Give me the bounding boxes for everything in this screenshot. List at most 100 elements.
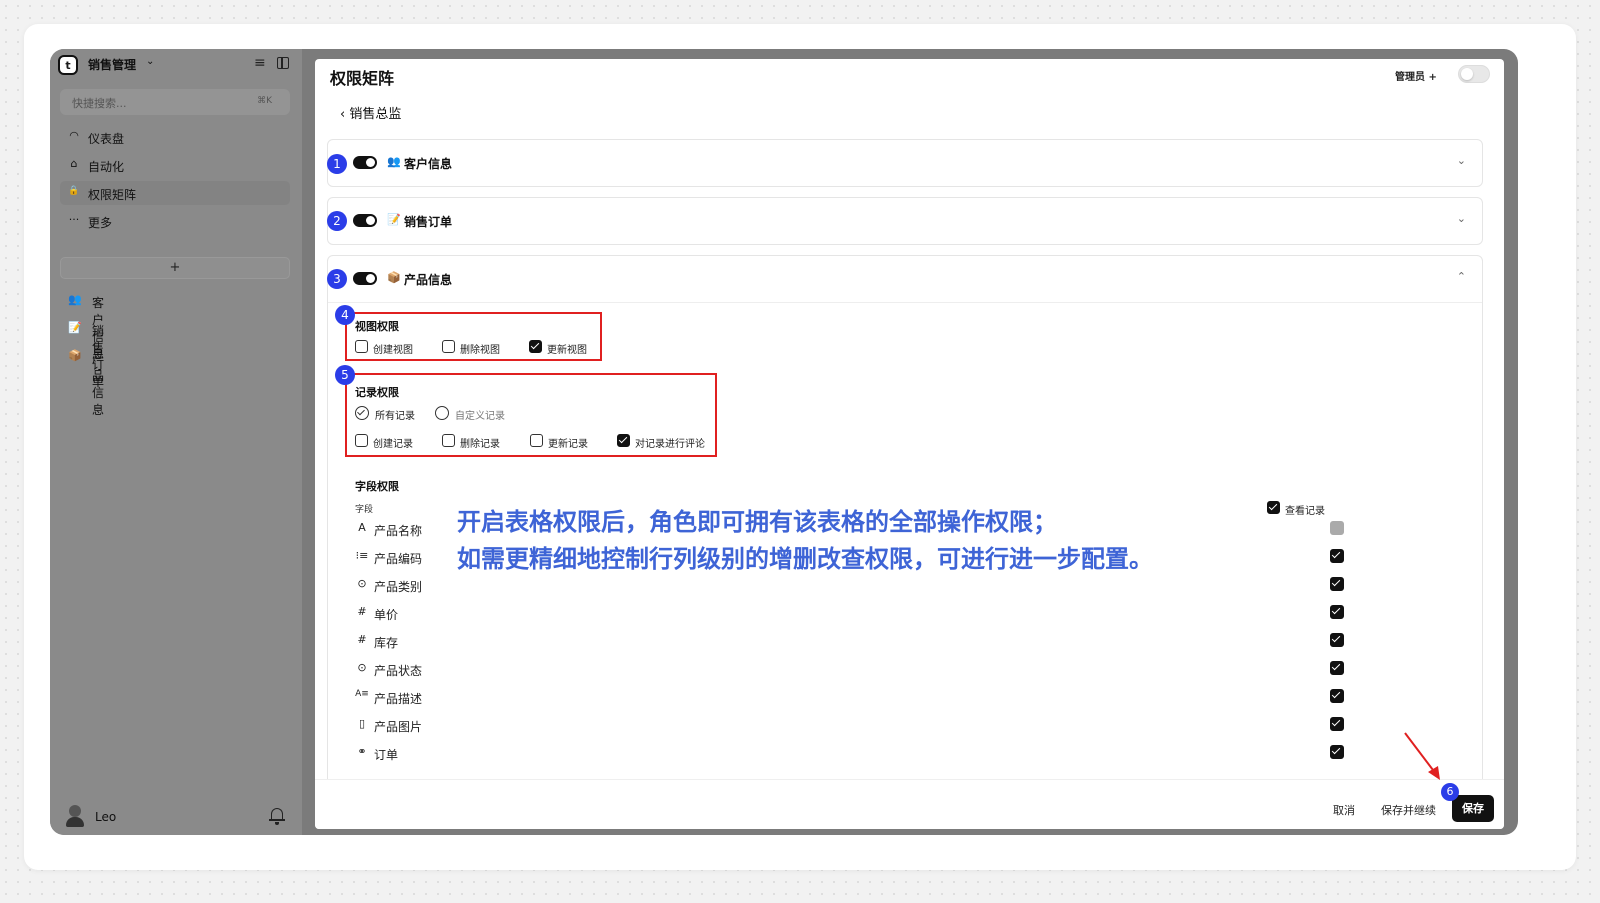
permission-dialog: 权限矩阵 管理员 + ‹ 销售总监 👥 客户信息 ⌄ 📝 销售订单 ⌄ 📦 产品… (315, 59, 1504, 829)
panel-toggle-icon[interactable] (277, 57, 289, 69)
step-badge: 1 (327, 154, 347, 174)
sidebar-item-label: 更多 (88, 216, 113, 230)
select-icon: ⊙ (357, 577, 367, 590)
field-view-checkbox[interactable] (1330, 689, 1344, 703)
step-badge: 5 (335, 365, 355, 385)
back-label: 销售总监 (349, 107, 402, 122)
annotation-line: 开启表格权限后，角色即可拥有该表格的全部操作权限； (457, 508, 1057, 536)
app-logo: t (58, 55, 78, 75)
more-icon: ··· (68, 213, 80, 226)
field-view-checkbox[interactable] (1330, 577, 1344, 591)
sidebar-table-label: 产品信息 (92, 352, 105, 417)
role-selector[interactable]: 管理员 + (1395, 68, 1437, 83)
field-label: 单价 (374, 608, 399, 622)
radio[interactable] (355, 406, 369, 420)
section-label: 客户信息 (404, 157, 453, 171)
lock-icon: 🔒 (68, 186, 80, 196)
field-row: ⊙ 产品状态 (355, 660, 1355, 678)
bell-icon[interactable] (269, 807, 285, 825)
field-label: 产品类别 (374, 580, 423, 594)
field-label: 产品名称 (374, 524, 423, 538)
checkbox-label: 删除视图 (460, 345, 500, 356)
chevron-down-icon[interactable]: ⌄ (1457, 154, 1466, 167)
menu-icon[interactable]: ≡ (254, 55, 266, 71)
arrow-annotation-icon (1404, 732, 1440, 780)
sidebar-item-more[interactable]: ··· 更多 (60, 209, 290, 233)
table-toggle[interactable] (353, 214, 377, 227)
field-view-checkbox[interactable] (1330, 633, 1344, 647)
file-icon: ▯ (358, 717, 366, 730)
save-and-continue-button[interactable]: 保存并继续 (1381, 802, 1436, 818)
step-badge: 2 (327, 211, 347, 231)
field-label: 库存 (374, 636, 399, 650)
save-button[interactable]: 保存 (1452, 795, 1494, 822)
checkbox-label: 查看记录 (1285, 506, 1325, 517)
dialog-footer: 取消 保存并继续 保存 6 (315, 779, 1504, 829)
checkbox-label: 对记录进行评论 (635, 439, 705, 450)
number-icon: # (357, 633, 367, 646)
field-label: 产品编码 (374, 552, 423, 566)
field-view-checkbox[interactable] (1330, 605, 1344, 619)
checkbox[interactable] (442, 434, 455, 447)
people-icon: 👥 (68, 293, 82, 306)
richtext-icon: A≡ (355, 689, 369, 699)
sidebar-item-automation[interactable]: ⌂ 自动化 (60, 153, 290, 177)
field-view-checkbox[interactable] (1330, 717, 1344, 731)
user-name[interactable]: Leo (95, 810, 116, 824)
sidebar-item-dashboard[interactable]: ◠ 仪表盘 (60, 125, 290, 149)
people-icon: 👥 (387, 155, 401, 168)
view-perm-title: 视图权限 (355, 320, 399, 333)
table-toggle[interactable] (353, 272, 377, 285)
radio[interactable] (435, 406, 449, 420)
sidebar-item-label: 仪表盘 (88, 132, 125, 146)
app-name[interactable]: 销售管理 (88, 56, 136, 73)
field-label: 产品图片 (374, 720, 423, 734)
back-link[interactable]: ‹ 销售总监 (340, 103, 401, 122)
checkbox[interactable] (442, 340, 455, 353)
chevron-down-icon[interactable]: ⌄ (1457, 212, 1466, 225)
checkbox[interactable] (530, 434, 543, 447)
step-badge: 4 (335, 305, 355, 325)
field-row: ⚭ 订单 (355, 744, 1355, 762)
checkbox-label: 更新记录 (548, 439, 588, 450)
section-label: 销售订单 (404, 215, 453, 229)
page-title: 权限矩阵 (330, 69, 395, 88)
field-row: A≡ 产品描述 (355, 688, 1355, 706)
field-label: 产品描述 (374, 692, 423, 706)
cancel-button[interactable]: 取消 (1333, 802, 1355, 818)
checkbox[interactable] (529, 340, 542, 353)
checkbox[interactable] (355, 434, 368, 447)
text-icon: A (358, 521, 366, 534)
table-toggle[interactable] (353, 156, 377, 169)
avatar[interactable] (66, 805, 84, 827)
checkbox[interactable] (1267, 501, 1280, 514)
step-badge: 6 (1441, 783, 1459, 801)
list-icon: ⁝≡ (355, 549, 369, 562)
field-view-checkbox[interactable] (1330, 661, 1344, 675)
add-table-button[interactable]: + (60, 257, 290, 279)
field-view-checkbox[interactable] (1330, 745, 1344, 759)
sidebar-item-label: 自动化 (88, 160, 125, 174)
checkbox[interactable] (617, 434, 630, 447)
step-badge: 3 (327, 269, 347, 289)
checkbox[interactable] (355, 340, 368, 353)
checkbox-label: 删除记录 (460, 439, 500, 450)
field-perm-title: 字段权限 (355, 480, 399, 493)
table-section-customer[interactable]: 👥 客户信息 ⌄ (327, 139, 1483, 187)
memo-icon: 📝 (387, 213, 401, 226)
chevron-up-icon[interactable]: ⌃ (1457, 270, 1466, 283)
chevron-down-icon[interactable]: ⌄ (146, 56, 154, 67)
package-icon: 📦 (387, 271, 401, 284)
quick-search[interactable]: 快捷搜索... ⌘K (60, 89, 290, 115)
search-shortcut: ⌘K (257, 96, 272, 106)
field-view-checkbox[interactable] (1330, 521, 1344, 535)
dashboard-icon: ◠ (69, 129, 79, 142)
checkbox-label: 创建记录 (373, 439, 413, 450)
role-toggle[interactable] (1458, 65, 1490, 83)
sidebar-item-permission-matrix[interactable]: 🔒 权限矩阵 (60, 181, 290, 205)
field-view-checkbox[interactable] (1330, 549, 1344, 563)
sidebar-item-label: 权限矩阵 (88, 188, 137, 202)
field-label: 订单 (374, 748, 399, 762)
radio-label: 自定义记录 (455, 411, 505, 422)
table-section-order[interactable]: 📝 销售订单 ⌄ (327, 197, 1483, 245)
